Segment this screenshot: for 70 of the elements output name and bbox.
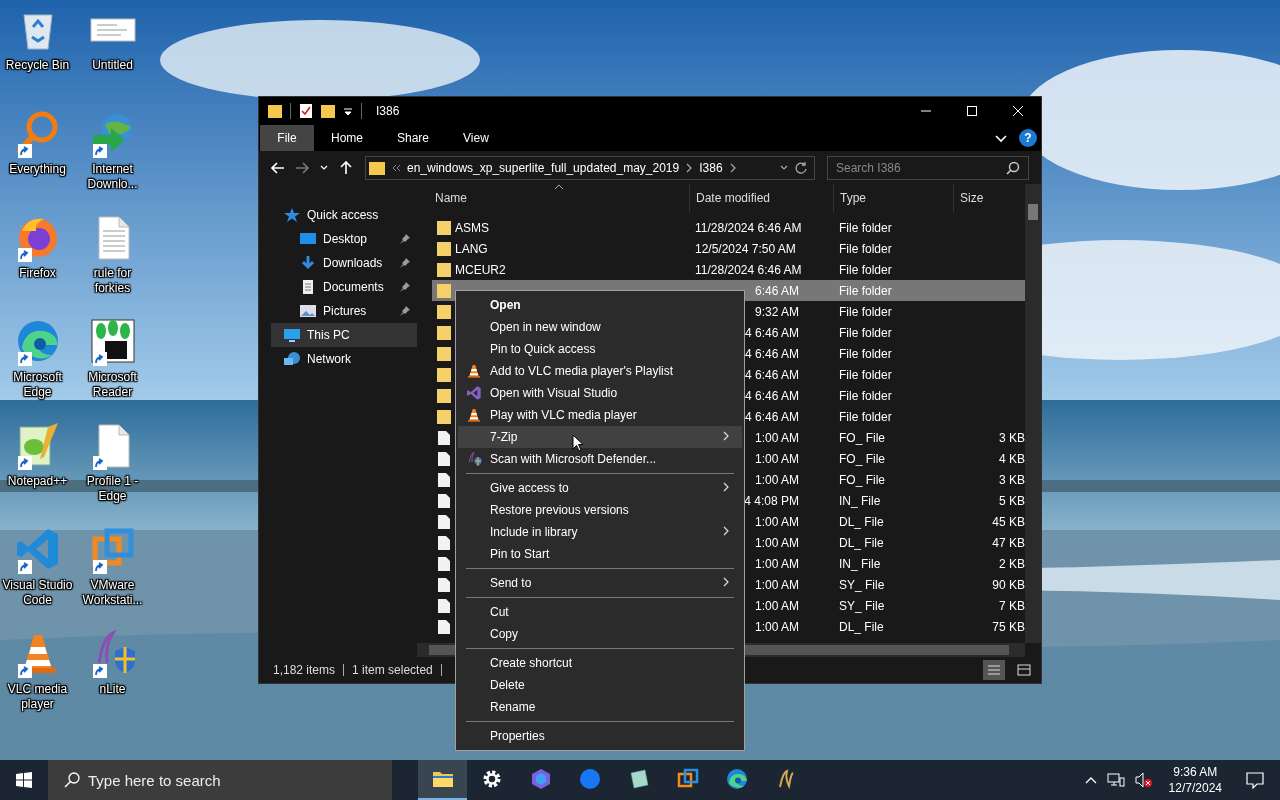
date-cell: 4 4:08 PM <box>744 493 799 508</box>
desktop-icon-label: Everything <box>8 162 67 177</box>
date-cell: 1:00 AM <box>754 577 799 592</box>
date-cell: 1:00 AM <box>754 619 799 634</box>
type-cell: FO_ File <box>839 430 885 445</box>
type-cell: DL_ File <box>839 535 884 550</box>
desktop-icon-label: nLite <box>98 682 127 697</box>
date-cell: 1:00 AM <box>754 472 799 487</box>
type-cell: IN_ File <box>839 556 881 571</box>
date-cell: 4 6:46 AM <box>744 346 799 361</box>
size-cell: 47 KB <box>992 535 1025 550</box>
desktop-icon-label: Notepad++ <box>6 474 69 489</box>
date-cell: 4 6:46 AM <box>744 367 799 382</box>
type-cell: File folder <box>839 325 892 340</box>
type-cell: SY_ File <box>839 598 885 613</box>
date-cell: 11/28/2024 6:46 AM <box>695 262 802 277</box>
date-cell: 4 6:46 AM <box>744 325 799 340</box>
date-cell: 12/5/2024 7:50 AM <box>695 241 796 256</box>
size-cell: 90 KB <box>992 577 1025 592</box>
date-cell: 1:00 AM <box>754 514 799 529</box>
desktop-icon-label: VLC media player <box>6 682 69 712</box>
type-cell: File folder <box>839 241 892 256</box>
date-cell: 1:00 AM <box>754 598 799 613</box>
date-cell: 4 6:46 AM <box>744 388 799 403</box>
type-cell: FO_ File <box>839 451 885 466</box>
type-cell: File folder <box>839 220 892 235</box>
type-cell: FO_ File <box>839 472 885 487</box>
date-cell: 9:32 AM <box>754 304 799 319</box>
date-cell: 1:00 AM <box>754 556 799 571</box>
desktop-icon-label: Firefox <box>18 266 57 281</box>
size-cell: 45 KB <box>992 514 1025 529</box>
file-name: ASMS <box>455 220 489 235</box>
type-cell: IN_ File <box>839 493 881 508</box>
type-cell: File folder <box>839 283 892 298</box>
desktop-icon-label: Internet Downlo... <box>86 162 139 192</box>
size-cell: 3 KB <box>999 472 1025 487</box>
date-cell: 11/28/2024 6:46 AM <box>695 220 802 235</box>
desktop-icon-label: Untitled <box>91 58 134 73</box>
window-title: I386 <box>376 104 400 118</box>
size-cell: 5 KB <box>999 493 1025 508</box>
type-cell: File folder <box>839 262 892 277</box>
date-cell: 6:46 AM <box>754 283 799 298</box>
size-cell: 2 KB <box>999 556 1025 571</box>
selection-count: 1 item selected <box>352 663 433 677</box>
desktop-icon-label: Microsoft Edge <box>12 370 63 400</box>
date-cell: 1:00 AM <box>754 430 799 445</box>
type-cell: DL_ File <box>839 619 884 634</box>
desktop-icon-label: VMware Workstati... <box>81 578 144 608</box>
size-cell: 4 KB <box>999 451 1025 466</box>
type-cell: SY_ File <box>839 577 885 592</box>
type-cell: File folder <box>839 388 892 403</box>
desktop-icon-label: rule for forkies <box>92 266 133 296</box>
type-cell: DL_ File <box>839 514 884 529</box>
desktop-icon-label: Profile 1 - Edge <box>85 474 140 504</box>
date-cell: 4 6:46 AM <box>744 409 799 424</box>
desktop-icon-label: Recycle Bin <box>4 58 71 73</box>
type-cell: File folder <box>839 346 892 361</box>
type-cell: File folder <box>839 367 892 382</box>
file-name: LANG <box>455 241 488 256</box>
file-name: MCEUR2 <box>455 262 506 277</box>
desktop-icon-label: Microsoft Reader <box>87 370 138 400</box>
type-cell: File folder <box>839 409 892 424</box>
size-cell: 7 KB <box>999 598 1025 613</box>
desktop-icon-label: Visual Studio Code <box>1 578 74 608</box>
size-cell: 3 KB <box>999 430 1025 445</box>
type-cell: File folder <box>839 304 892 319</box>
date-cell: 1:00 AM <box>754 451 799 466</box>
item-count: 1,182 items <box>273 663 336 677</box>
date-cell: 1:00 AM <box>754 535 799 550</box>
size-cell: 75 KB <box>992 619 1025 634</box>
